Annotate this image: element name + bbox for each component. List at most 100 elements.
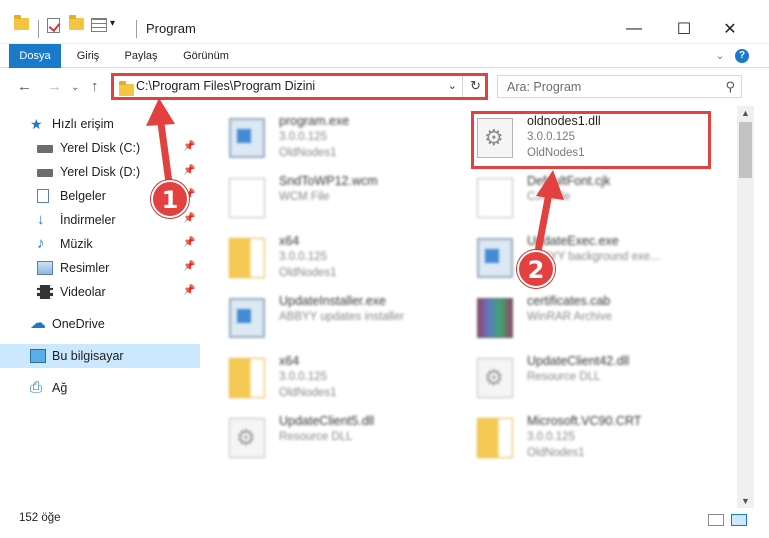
item-count: 152 öğe (19, 512, 61, 524)
list-item[interactable]: UpdateExec.exe ABBYY background exe... (457, 230, 707, 286)
documents-icon (37, 189, 49, 203)
sidebar-item-disk-c[interactable]: Yerel Disk (C:) 📌 (0, 136, 200, 160)
vertical-scrollbar[interactable]: ▲ ▼ (737, 106, 754, 508)
sidebar-item-label: Ağ (52, 381, 68, 395)
pin-icon[interactable]: 📌 (183, 237, 195, 248)
sidebar-item-label: OneDrive (52, 317, 105, 331)
list-item[interactable]: certificates.cab WinRAR Archive (457, 290, 707, 346)
recent-locations-button[interactable]: ⌄ (71, 82, 79, 93)
maximize-button[interactable]: ☐ (661, 14, 707, 44)
minimize-button[interactable]: — (611, 14, 657, 44)
sidebar-item-label: Belgeler (60, 189, 106, 203)
forward-button[interactable]: → (47, 78, 62, 95)
sidebar-item-label: Videolar (60, 285, 106, 299)
drive-icon (37, 169, 53, 177)
customize-quick-access-button[interactable]: ▾ (110, 18, 115, 29)
file-name: Microsoft.VC90.CRT (527, 414, 642, 428)
window-title: Program (146, 21, 196, 36)
file-name: program.exe (279, 114, 350, 128)
sidebar-item-label: Yerel Disk (D:) (60, 165, 141, 179)
list-item[interactable]: SndToWP12.wcm WCM File (209, 170, 459, 226)
file-type: WCM File (279, 191, 330, 203)
pin-icon[interactable]: 📌 (183, 165, 195, 176)
pin-icon[interactable]: 📌 (183, 141, 195, 152)
sidebar-item-label: Resimler (60, 261, 110, 275)
sidebar-item-network[interactable]: ⎙ Ağ (0, 376, 200, 400)
address-path[interactable]: C:\Program Files\Program Dizini (136, 79, 315, 93)
tab-paylas[interactable]: Paylaş (118, 44, 164, 68)
file-name: UpdateInstaller.exe (279, 294, 387, 308)
list-item[interactable]: x64 3.0.0.125 OldNodes1 (209, 350, 459, 406)
file-company: OldNodes1 (279, 267, 337, 279)
new-folder-icon[interactable] (69, 15, 84, 30)
pin-icon[interactable]: 📌 (183, 285, 195, 296)
file-type: WinRAR Archive (527, 311, 612, 323)
sidebar-item-label: Bu bilgisayar (52, 349, 124, 363)
back-button[interactable]: ← (17, 78, 32, 95)
file-description: Resource DLL (527, 371, 601, 383)
search-box[interactable]: Ara: Program ⚲ (497, 75, 742, 98)
sidebar-item-onedrive[interactable]: ☁ OneDrive (0, 312, 200, 336)
pictures-icon (37, 261, 53, 275)
tab-dosya[interactable]: Dosya (9, 44, 61, 68)
callout-badge-2: 2 (517, 250, 555, 288)
list-item[interactable]: x64 3.0.0.125 OldNodes1 (209, 230, 459, 286)
search-placeholder[interactable]: Ara: Program (507, 80, 581, 94)
file-version: 3.0.0.125 (527, 431, 575, 443)
list-item[interactable]: UpdateClient42.dll Resource DLL (457, 350, 707, 406)
scroll-down-icon[interactable]: ▼ (737, 496, 754, 506)
tab-giris[interactable]: Giriş (68, 44, 108, 68)
sidebar-item-this-pc[interactable]: Bu bilgisayar (0, 344, 200, 368)
sidebar-item-pictures[interactable]: Resimler 📌 (0, 256, 200, 280)
file-version: 3.0.0.125 (279, 251, 327, 263)
address-dropdown-icon[interactable]: ⌄ (448, 79, 457, 92)
refresh-icon[interactable]: ↻ (470, 78, 481, 94)
pin-icon[interactable]: 📌 (183, 213, 195, 224)
title-bar: ▾ Program — ☐ ✕ (0, 0, 769, 44)
details-view-icon[interactable] (708, 514, 724, 526)
close-button[interactable]: ✕ (707, 14, 753, 44)
separator (462, 76, 463, 97)
pin-icon[interactable]: 📌 (183, 261, 195, 272)
music-icon: ♪ (37, 235, 45, 252)
folder-icon (229, 358, 265, 398)
exe-file-icon (477, 238, 513, 278)
list-item[interactable]: UpdateInstaller.exe ABBYY updates instal… (209, 290, 459, 346)
up-button[interactable]: ↑ (91, 78, 99, 95)
tab-gorunum[interactable]: Görünüm (176, 44, 236, 68)
file-icon (477, 178, 513, 218)
help-icon[interactable]: ? (735, 49, 749, 63)
file-name: DefaultFont.cjk (527, 174, 611, 188)
scroll-up-icon[interactable]: ▲ (737, 108, 754, 118)
address-bar[interactable]: C:\Program Files\Program Dizini ⌄ ↻ (111, 73, 488, 100)
sidebar-item-music[interactable]: ♪ Müzik 📌 (0, 232, 200, 256)
folder-icon (119, 81, 134, 96)
star-icon: ★ (30, 116, 43, 132)
list-item[interactable]: UpdateClient5.dll Resource DLL (209, 410, 459, 466)
separator (38, 20, 39, 38)
sidebar-item-label: İndirmeler (60, 213, 116, 227)
folder-icon (477, 418, 513, 458)
file-name: x64 (279, 354, 300, 368)
sidebar-item-label: Yerel Disk (C:) (60, 141, 141, 155)
properties-checkmark-icon[interactable] (47, 18, 60, 33)
separator (136, 20, 137, 38)
file-name: SndToWP12.wcm (279, 174, 378, 188)
file-name: UpdateExec.exe (527, 234, 619, 248)
file-name: UpdateClient42.dll (527, 354, 630, 368)
list-item[interactable]: DefaultFont.cjk CJK File (457, 170, 707, 226)
sidebar-item-label: Hızlı erişim (52, 117, 114, 131)
status-bar: 152 öğe (0, 508, 769, 538)
network-icon: ⎙ (30, 379, 43, 396)
list-item[interactable]: Microsoft.VC90.CRT 3.0.0.125 OldNodes1 (457, 410, 707, 466)
sidebar-item-videos[interactable]: Videolar 📌 (0, 280, 200, 304)
file-company: OldNodes1 (279, 147, 337, 159)
scroll-thumb[interactable] (739, 122, 752, 178)
properties-icon[interactable] (91, 18, 107, 32)
sidebar-item-quick-access[interactable]: ★ Hızlı erişim (0, 112, 200, 136)
list-item[interactable]: program.exe 3.0.0.125 OldNodes1 (209, 110, 459, 166)
exe-file-icon (229, 298, 265, 338)
dll-file-icon (229, 418, 265, 458)
expand-ribbon-button[interactable]: ⌄ (712, 44, 728, 68)
large-icons-view-icon[interactable] (731, 514, 747, 526)
